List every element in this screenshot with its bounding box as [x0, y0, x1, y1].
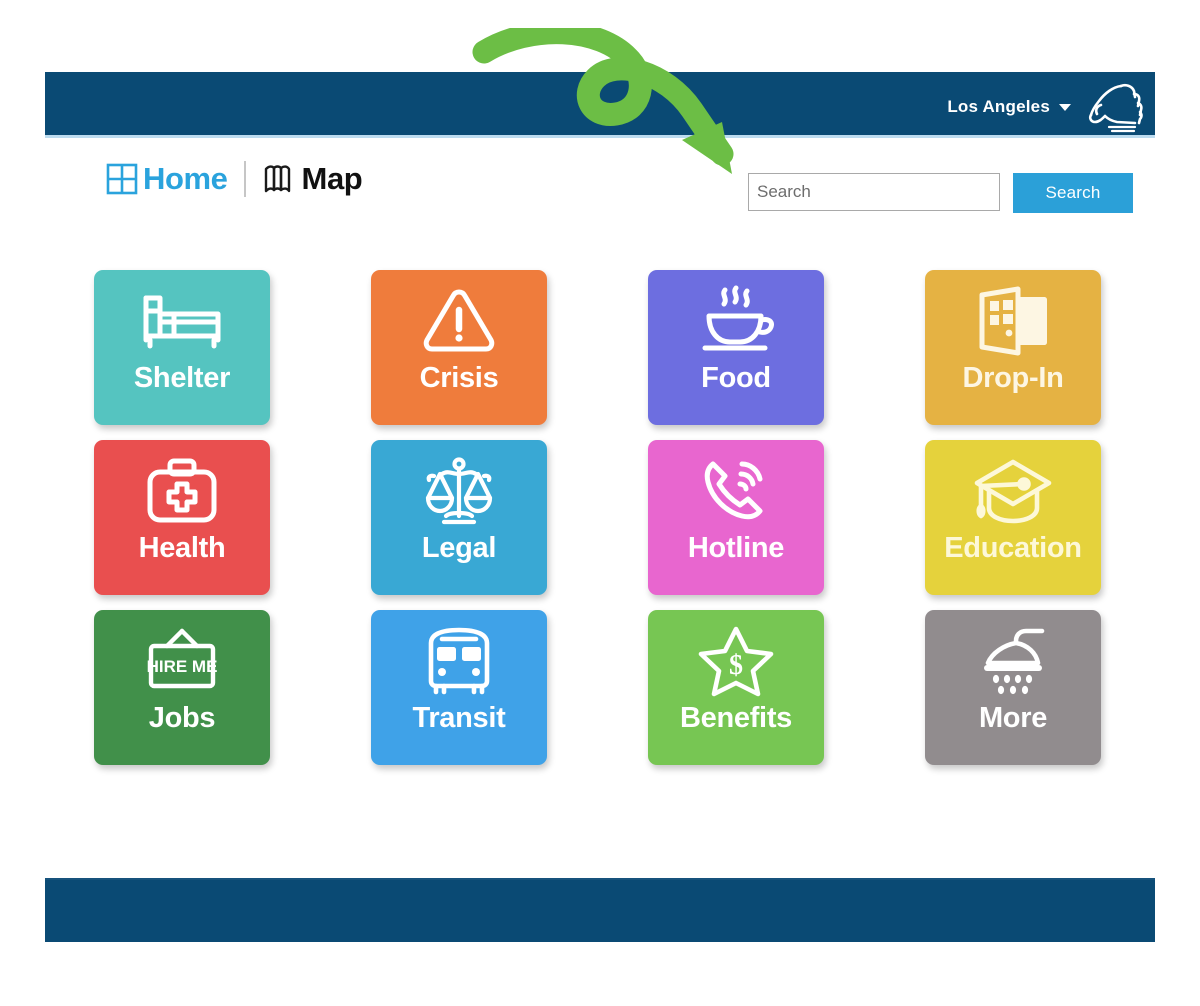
search-cluster: Search: [748, 173, 1133, 213]
tile-shelter[interactable]: Shelter: [94, 270, 270, 425]
chevron-down-icon: [1059, 104, 1071, 111]
hire-me-sign-text: HIRE ME: [147, 657, 218, 676]
tile-benefits-label: Benefits: [679, 702, 792, 734]
nav-item-map-label: Map: [301, 161, 363, 196]
city-selector[interactable]: Los Angeles: [947, 91, 1071, 117]
tile-drop-in-label: Drop-In: [962, 362, 1064, 394]
open-door-icon: [925, 270, 1101, 362]
tile-hotline-label: Hotline: [687, 532, 785, 564]
tile-more-label: More: [978, 702, 1048, 734]
tile-food-label: Food: [701, 362, 771, 394]
app-root: Los Angeles Home Map Search Search Shelt…: [0, 0, 1200, 1006]
nav-item-map[interactable]: Map: [262, 161, 363, 197]
nav-item-home-label: Home: [143, 161, 228, 196]
tile-food[interactable]: Food: [648, 270, 824, 425]
scales-of-justice-icon: [371, 440, 547, 532]
bottom-footer-bar: [45, 878, 1155, 942]
tile-legal[interactable]: Legal: [371, 440, 547, 595]
warning-triangle-icon: [371, 270, 547, 362]
tile-benefits[interactable]: $ Benefits: [648, 610, 824, 765]
bed-icon: [94, 270, 270, 362]
hire-me-sign-icon: HIRE ME: [94, 610, 270, 702]
header-right-group: Los Angeles: [947, 72, 1143, 135]
tile-health[interactable]: Health: [94, 440, 270, 595]
tile-crisis-label: Crisis: [419, 362, 499, 394]
nav-row: Home Map Search: [45, 141, 1155, 237]
nav-divider: [243, 161, 246, 197]
tile-jobs-label: Jobs: [148, 702, 216, 734]
tile-legal-label: Legal: [421, 532, 497, 564]
dollar-sign-glyph: $: [729, 650, 743, 681]
bus-icon: [371, 610, 547, 702]
search-button[interactable]: Search: [1013, 173, 1133, 213]
tile-transit[interactable]: Transit: [371, 610, 547, 765]
primary-nav: Home Map: [105, 161, 363, 197]
tile-more[interactable]: More: [925, 610, 1101, 765]
category-tile-grid: Shelter Crisis Food Drop-In Health Legal…: [94, 270, 1102, 765]
folded-map-icon: [264, 165, 290, 193]
hand-fist-logo-icon[interactable]: [1085, 81, 1143, 133]
tile-hotline[interactable]: Hotline: [648, 440, 824, 595]
city-selector-label: Los Angeles: [947, 96, 1050, 116]
tile-transit-label: Transit: [412, 702, 506, 734]
grid-four-squares-icon: [106, 163, 138, 195]
star-dollar-icon: $: [648, 610, 824, 702]
coffee-cup-icon: [648, 270, 824, 362]
tile-education[interactable]: Education: [925, 440, 1101, 595]
nav-item-home[interactable]: Home: [105, 161, 228, 197]
tile-education-label: Education: [944, 532, 1082, 564]
tile-drop-in[interactable]: Drop-In: [925, 270, 1101, 425]
shower-head-icon: [925, 610, 1101, 702]
tile-crisis[interactable]: Crisis: [371, 270, 547, 425]
ringing-phone-icon: [648, 440, 824, 532]
tile-shelter-label: Shelter: [133, 362, 231, 394]
tile-health-label: Health: [138, 532, 226, 564]
top-header-bar: Los Angeles: [45, 72, 1155, 138]
graduation-cap-icon: [925, 440, 1101, 532]
tile-jobs[interactable]: HIRE ME Jobs: [94, 610, 270, 765]
medical-kit-icon: [94, 440, 270, 532]
search-input[interactable]: [748, 173, 1000, 211]
